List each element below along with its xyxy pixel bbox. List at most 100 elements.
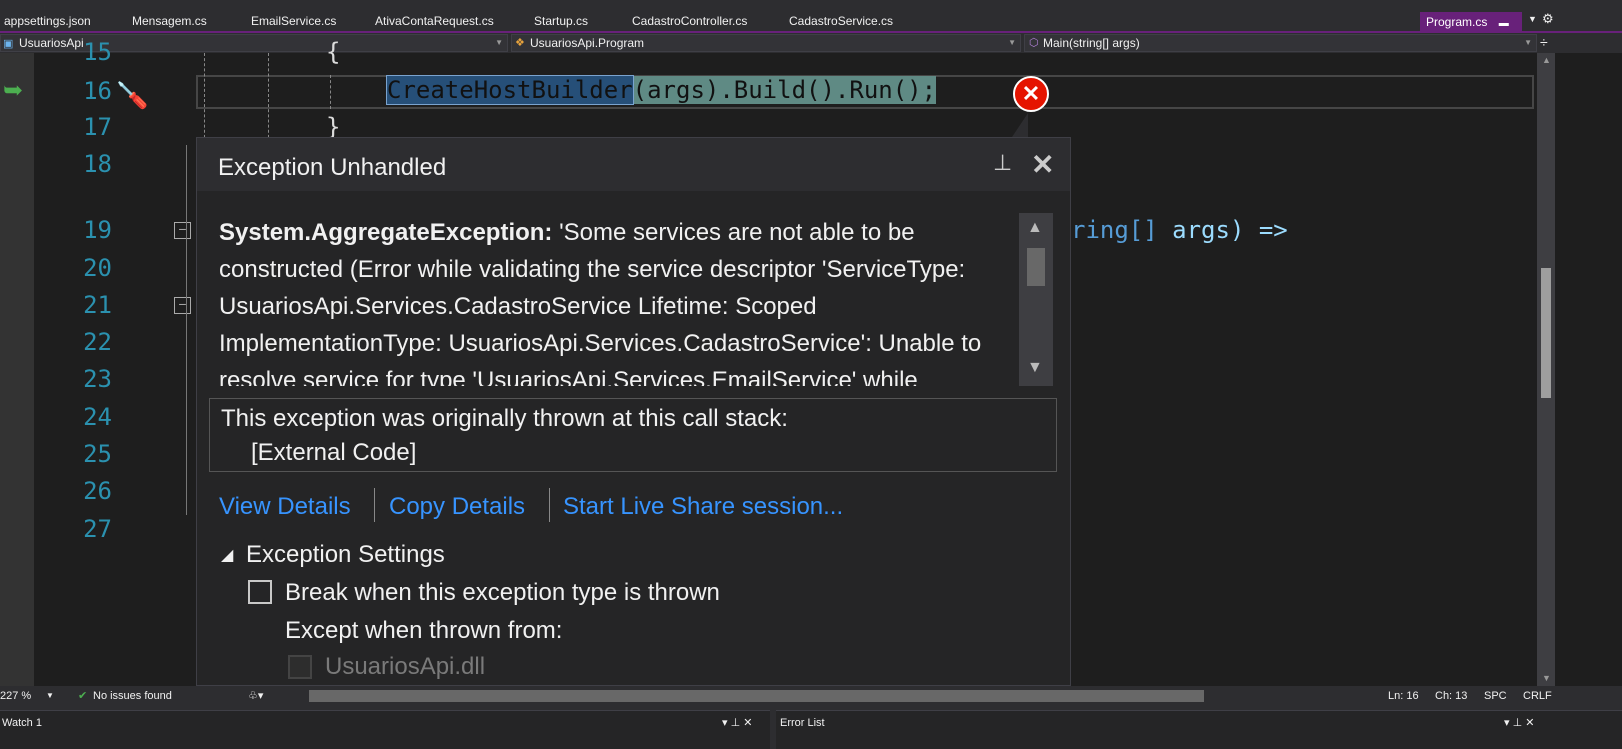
line-number: 25	[83, 440, 112, 468]
tab-startup[interactable]: Startup.cs	[534, 12, 588, 31]
scroll-thumb[interactable]	[1541, 268, 1551, 398]
line-indicator: Ln: 16	[1388, 690, 1419, 702]
line-number: 24	[83, 403, 112, 431]
member-label: Main(string[] args)	[1043, 36, 1140, 50]
scroll-down-icon[interactable]: ▼	[1542, 673, 1551, 683]
collapse-toggle[interactable]: −	[174, 222, 191, 239]
class-dropdown[interactable]: ❖ UsuariosApi.Program ▼	[511, 34, 1021, 52]
exception-message: System.AggregateException: 'Some service…	[219, 214, 1014, 386]
line-number: 19	[83, 216, 112, 244]
panel-controls-icon[interactable]: ▾ ⊥ ✕	[722, 716, 752, 729]
chevron-down-icon: ▼	[1008, 38, 1016, 47]
horizontal-scrollbar[interactable]	[309, 690, 1204, 702]
exception-helper-popup: Exception Unhandled ⊥ ✕ System.Aggregate…	[196, 137, 1071, 686]
outline-line	[186, 145, 187, 515]
error-icon[interactable]: ✕	[1013, 76, 1049, 112]
line-number: 27	[83, 515, 112, 543]
line-number: 16	[83, 77, 112, 105]
popup-title: Exception Unhandled	[218, 154, 447, 181]
exception-settings-header[interactable]: Exception Settings	[246, 541, 445, 569]
code-token: args) =>	[1157, 216, 1288, 244]
gear-icon[interactable]: ⚙	[1542, 11, 1554, 27]
copy-details-link[interactable]: Copy Details	[389, 493, 525, 521]
class-icon: ❖	[515, 37, 525, 49]
issues-status[interactable]: No issues found	[93, 686, 172, 706]
selected-text: CreateHostBuilder	[386, 75, 634, 105]
code-line-15: {	[326, 38, 341, 66]
break-label: Break when this exception type is thrown	[285, 579, 720, 606]
pin-icon[interactable]: ⊥	[993, 150, 1012, 176]
indent-guide	[204, 53, 205, 143]
exception-type: System.AggregateException:	[219, 219, 553, 246]
member-dropdown[interactable]: ⬡ Main(string[] args) ▼	[1024, 34, 1537, 52]
pin-icon[interactable]: ▬	[1499, 18, 1509, 29]
scroll-thumb[interactable]	[1027, 248, 1045, 286]
popup-header: Exception Unhandled ⊥ ✕	[197, 138, 1070, 191]
call-stack-box: This exception was originally thrown at …	[209, 398, 1057, 472]
project-icon: ▣	[3, 38, 14, 50]
code-line-16[interactable]: CreateHostBuilder(args).Build().Run();	[386, 75, 937, 105]
scroll-down-icon[interactable]: ▼	[1027, 359, 1043, 377]
chevron-down-icon: ▼	[1524, 38, 1532, 47]
scroll-up-icon[interactable]: ▲	[1027, 219, 1043, 237]
module-checkbox	[288, 655, 312, 679]
watch-panel: Watch 1 ▾ ⊥ ✕	[0, 710, 770, 749]
method-icon: ⬡	[1029, 37, 1039, 49]
tab-appsettings[interactable]: appsettings.json	[4, 12, 91, 31]
next-statement-arrow-icon: ➥	[3, 77, 24, 104]
line-number: 15	[83, 38, 112, 66]
editor-status-bar: 227 % ▼ ✔ No issues found ♧▾ Ln: 16 Ch: …	[0, 686, 1622, 706]
zoom-dropdown-icon[interactable]: ▼	[46, 686, 54, 706]
view-details-link[interactable]: View Details	[219, 493, 351, 521]
line-number: 26	[83, 477, 112, 505]
tool-window-area: Watch 1 ▾ ⊥ ✕ Error List ▾ ⊥ ✕	[0, 706, 1622, 749]
module-label: UsuariosApi.dll	[325, 653, 486, 680]
column-indicator: Ch: 13	[1435, 690, 1468, 702]
tab-mensagem[interactable]: Mensagem.cs	[132, 12, 207, 31]
indicator-margin: ➥	[0, 53, 34, 686]
popup-pointer	[1012, 113, 1028, 137]
tab-cadastrocontroller[interactable]: CadastroController.cs	[632, 12, 747, 31]
error-list-panel: Error List ▾ ⊥ ✕	[776, 710, 1622, 749]
panel-controls-icon[interactable]: ▾ ⊥ ✕	[1504, 716, 1534, 729]
quick-actions-screwdriver-icon[interactable]: 🪛	[116, 80, 148, 111]
call-stack-label: This exception was originally thrown at …	[221, 405, 788, 432]
indent-guide	[268, 53, 269, 143]
divider	[374, 488, 375, 522]
code-token: ring[]	[1071, 216, 1158, 244]
tab-dropdown-icon[interactable]: ▼	[1528, 14, 1537, 24]
vertical-scrollbar[interactable]: ▲ ▼	[1537, 53, 1555, 686]
tab-cadastroservice[interactable]: CadastroService.cs	[789, 12, 893, 31]
line-number: 17	[83, 113, 112, 141]
collapse-toggle[interactable]: −	[174, 297, 191, 314]
call-stack-item[interactable]: [External Code]	[251, 439, 416, 467]
zoom-level[interactable]: 227 %	[0, 686, 31, 706]
watch-panel-title: Watch 1	[2, 717, 42, 729]
scroll-up-icon[interactable]: ▲	[1542, 55, 1551, 65]
line-number: 22	[83, 328, 112, 356]
whitespace-indicator: SPC	[1484, 690, 1507, 702]
live-share-link[interactable]: Start Live Share session...	[563, 493, 843, 521]
tab-program-active[interactable]: Program.cs ▬ ✕	[1420, 12, 1522, 51]
message-scrollbar[interactable]: ▲ ▼	[1019, 213, 1053, 386]
close-icon[interactable]: ✕	[1031, 148, 1054, 181]
break-checkbox[interactable]	[248, 580, 272, 604]
split-icon[interactable]: ÷	[1540, 34, 1548, 50]
line-ending-indicator: CRLF	[1523, 690, 1552, 702]
divider	[549, 488, 550, 522]
error-list-title: Error List	[780, 717, 825, 729]
code-cleanup-icon[interactable]: ♧▾	[248, 686, 263, 706]
collapse-triangle-icon[interactable]: ◢	[221, 545, 233, 565]
code-line-19-tail: ring[] args) =>	[1071, 216, 1288, 244]
line-number-gutter	[34, 53, 194, 686]
line-number: 23	[83, 365, 112, 393]
tab-emailservice[interactable]: EmailService.cs	[251, 12, 336, 31]
current-statement-text: (args).Build().Run();	[632, 76, 937, 104]
line-number: 18	[83, 150, 112, 178]
class-label: UsuariosApi.Program	[530, 36, 645, 50]
line-number: 21	[83, 291, 112, 319]
navigation-bar: ▣ UsuariosApi ▼ ❖ UsuariosApi.Program ▼ ⬡ …	[0, 33, 1622, 53]
tab-label: Program.cs	[1426, 15, 1488, 29]
check-circle-icon: ✔	[78, 690, 88, 702]
tab-ativacontarequest[interactable]: AtivaContaRequest.cs	[375, 12, 494, 31]
